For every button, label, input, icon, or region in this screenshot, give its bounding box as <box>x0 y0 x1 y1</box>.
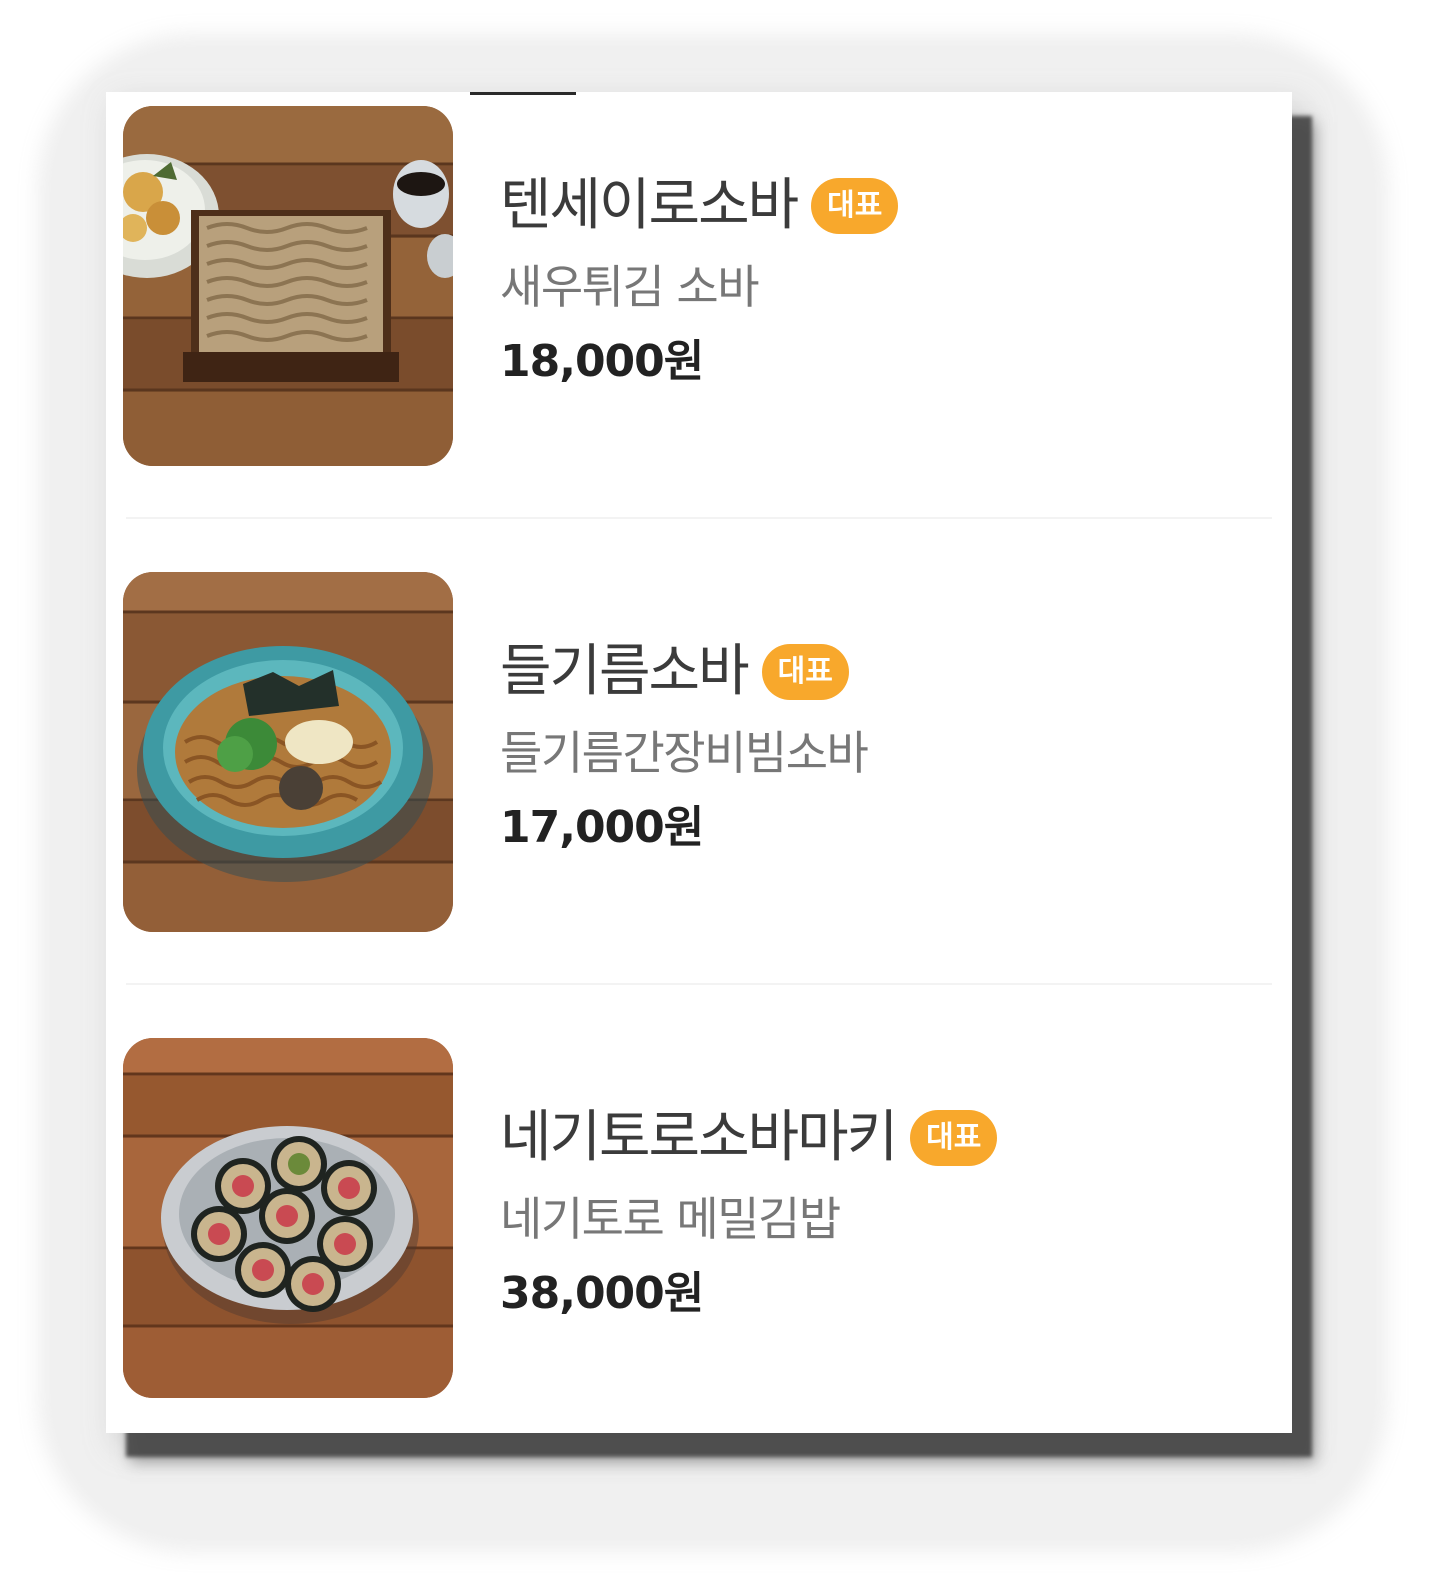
menu-item-negitoro-soba-maki[interactable]: 네기토로소바마키 대표 네기토로 메밀김밥 38,000원 <box>106 1038 1292 1468</box>
item-divider <box>126 983 1272 985</box>
menu-item-perilla-soba[interactable]: 들기름소바 대표 들기름간장비빔소바 17,000원 <box>106 572 1292 1002</box>
negitoro-maki-plate-photo-icon <box>123 1038 453 1398</box>
signature-badge: 대표 <box>761 644 849 700</box>
menu-item-name-row: 텐세이로소바 대표 <box>500 171 899 241</box>
perilla-soba-bowl-photo-icon <box>123 572 453 932</box>
menu-item-name: 텐세이로소바 <box>500 173 799 238</box>
signature-badge: 대표 <box>811 178 899 234</box>
menu-item-name-row: 들기름소바 대표 <box>500 637 849 707</box>
signature-badge: 대표 <box>910 1110 998 1166</box>
menu-item-photo[interactable] <box>123 1038 453 1398</box>
screenshot-stage: 텐세이로소바 대표 새우튀김 소바 18,000원 들기름소바 대표 들기름간장… <box>0 0 1436 1591</box>
active-tab-indicator <box>470 92 576 95</box>
menu-item-tensei-soba[interactable]: 텐세이로소바 대표 새우튀김 소바 18,000원 <box>106 106 1292 536</box>
menu-item-name-row: 네기토로소바마키 대표 <box>500 1103 998 1173</box>
menu-list-card: 텐세이로소바 대표 새우튀김 소바 18,000원 들기름소바 대표 들기름간장… <box>106 92 1292 1433</box>
menu-item-photo[interactable] <box>123 106 453 466</box>
menu-item-price: 38,000원 <box>500 1268 704 1319</box>
menu-item-description: 네기토로 메밀김밥 <box>500 1192 841 1246</box>
item-divider <box>126 517 1272 519</box>
menu-item-photo[interactable] <box>123 572 453 932</box>
menu-item-price: 17,000원 <box>500 802 704 853</box>
menu-item-name: 네기토로소바마키 <box>500 1105 898 1170</box>
menu-item-description: 새우튀김 소바 <box>500 260 760 314</box>
menu-item-description: 들기름간장비빔소바 <box>500 726 869 780</box>
menu-item-name: 들기름소바 <box>500 639 750 704</box>
zaru-soba-photo-icon <box>123 106 453 466</box>
menu-item-price: 18,000원 <box>500 336 704 387</box>
